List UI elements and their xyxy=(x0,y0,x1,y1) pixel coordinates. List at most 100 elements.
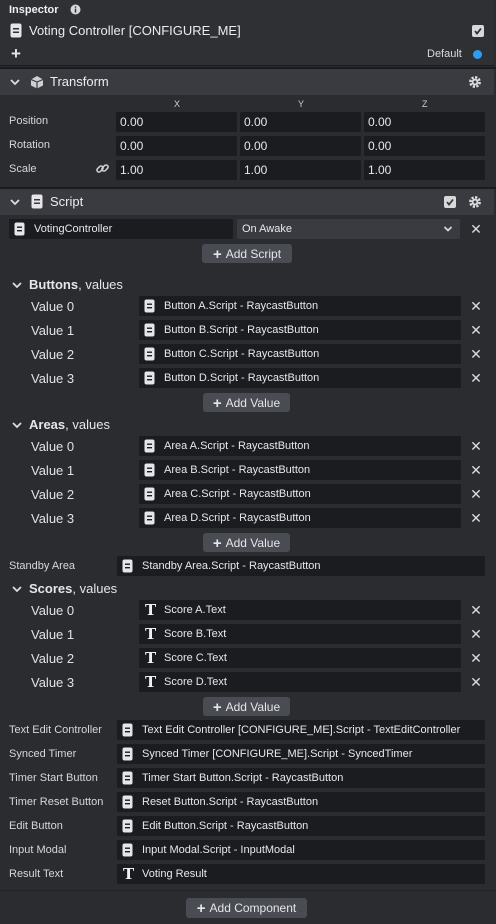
areas-value-2-field[interactable]: Area C.Script - RaycastButton xyxy=(139,484,461,504)
buttons-value-2-ref: Button C.Script - RaycastButton xyxy=(164,348,320,360)
position-y-field[interactable]: 0.00 xyxy=(240,112,361,132)
script-icon xyxy=(122,771,133,785)
result-text-field[interactable]: T Voting Result xyxy=(117,864,485,884)
remove-value-button[interactable]: ✕ xyxy=(469,347,483,361)
areas-group-suffix: , values xyxy=(65,417,110,432)
link-icon[interactable] xyxy=(95,161,110,176)
remove-value-button[interactable]: ✕ xyxy=(469,439,483,453)
add-component-button[interactable]: + Add Component xyxy=(186,898,307,918)
buttons-value-2-field[interactable]: Button C.Script - RaycastButton xyxy=(139,344,461,364)
event-dropdown[interactable]: On Awake xyxy=(237,219,460,239)
areas-value-1-label: Value 1 xyxy=(31,463,75,478)
info-icon[interactable] xyxy=(70,4,81,15)
script-icon xyxy=(14,222,25,236)
rotation-y-field[interactable]: 0.00 xyxy=(240,136,361,156)
script-icon xyxy=(144,323,155,337)
gear-icon[interactable] xyxy=(468,195,482,209)
input-modal-field[interactable]: Input Modal.Script - InputModal xyxy=(117,840,485,860)
buttons-value-3-field[interactable]: Button D.Script - RaycastButton xyxy=(139,368,461,388)
chevron-down-icon[interactable] xyxy=(11,279,23,291)
text-icon: T xyxy=(145,649,157,667)
timer-start-button-field[interactable]: Timer Start Button.Script - RaycastButto… xyxy=(117,768,485,788)
scores-value-1-field[interactable]: T Score B.Text xyxy=(139,624,461,644)
edit-button-field[interactable]: Edit Button.Script - RaycastButton xyxy=(117,816,485,836)
text-icon: T xyxy=(145,673,157,691)
standby-area-field[interactable]: Standby Area.Script - RaycastButton xyxy=(117,556,485,576)
script-icon xyxy=(122,559,133,573)
chevron-down-icon[interactable] xyxy=(9,196,21,208)
axis-y-label: Y xyxy=(298,99,305,109)
script-icon xyxy=(144,487,155,501)
input-modal-ref: Input Modal.Script - InputModal xyxy=(142,844,295,856)
areas-value-1-field[interactable]: Area B.Script - RaycastButton xyxy=(139,460,461,480)
scores-value-3-field[interactable]: T Score D.Text xyxy=(139,672,461,692)
inspector-title: Inspector xyxy=(9,4,59,16)
chevron-down-icon[interactable] xyxy=(9,76,21,88)
remove-value-button[interactable]: ✕ xyxy=(469,371,483,385)
rotation-z-field[interactable]: 0.00 xyxy=(364,136,485,156)
remove-value-button[interactable]: ✕ xyxy=(469,603,483,617)
areas-group-name: Areas xyxy=(29,417,66,432)
remove-value-button[interactable]: ✕ xyxy=(469,675,483,689)
remove-value-button[interactable]: ✕ xyxy=(469,487,483,501)
timer-start-button-ref: Timer Start Button.Script - RaycastButto… xyxy=(142,772,344,784)
add-value-label: Add Value xyxy=(225,396,281,410)
script-header[interactable]: Script xyxy=(0,189,494,215)
script-icon xyxy=(144,463,155,477)
add-value-button[interactable]: + Add Value xyxy=(203,393,290,412)
text-icon: T xyxy=(145,601,157,619)
scale-y-field[interactable]: 1.00 xyxy=(240,160,361,180)
axis-x-label: X xyxy=(174,99,181,109)
synced-timer-field[interactable]: Synced Timer [CONFIGURE_ME].Script - Syn… xyxy=(117,744,485,764)
gear-icon[interactable] xyxy=(468,75,482,89)
add-plus-icon[interactable]: + xyxy=(11,44,21,64)
synced-timer-label: Synced Timer xyxy=(9,748,77,760)
object-enabled-checkbox[interactable] xyxy=(472,25,484,37)
script-asset-name: VotingController xyxy=(34,223,113,235)
areas-value-3-field[interactable]: Area D.Script - RaycastButton xyxy=(139,508,461,528)
transform-header[interactable]: Transform xyxy=(0,69,494,95)
scale-x-field[interactable]: 1.00 xyxy=(116,160,237,180)
position-label: Position xyxy=(9,115,49,127)
scores-value-1-ref: Score B.Text xyxy=(164,628,227,640)
rotation-x-field[interactable]: 0.00 xyxy=(116,136,237,156)
buttons-value-0-field[interactable]: Button A.Script - RaycastButton xyxy=(139,296,461,316)
add-value-button[interactable]: + Add Value xyxy=(203,533,290,552)
script-asset-field[interactable]: VotingController xyxy=(9,219,233,239)
axis-z-label: Z xyxy=(422,99,428,109)
areas-value-0-ref: Area A.Script - RaycastButton xyxy=(164,440,310,452)
buttons-value-0-label: Value 0 xyxy=(31,299,75,314)
remove-value-button[interactable]: ✕ xyxy=(469,323,483,337)
result-text-label: Result Text xyxy=(9,868,64,880)
scores-value-2-field[interactable]: T Score C.Text xyxy=(139,648,461,668)
object-name[interactable]: Voting Controller [CONFIGURE_ME] xyxy=(29,23,241,38)
remove-value-button[interactable]: ✕ xyxy=(469,511,483,525)
position-x-field[interactable]: 0.00 xyxy=(116,112,237,132)
script-enabled-checkbox[interactable] xyxy=(444,196,456,208)
buttons-value-1-field[interactable]: Button B.Script - RaycastButton xyxy=(139,320,461,340)
scale-z-field[interactable]: 1.00 xyxy=(364,160,485,180)
add-script-button[interactable]: + Add Script xyxy=(202,244,292,263)
remove-value-button[interactable]: ✕ xyxy=(469,299,483,313)
areas-group-title: Areas, values xyxy=(29,417,110,432)
remove-script-button[interactable]: ✕ xyxy=(469,222,483,236)
remove-value-button[interactable]: ✕ xyxy=(469,651,483,665)
timer-reset-button-field[interactable]: Reset Button.Script - RaycastButton xyxy=(117,792,485,812)
add-value-button[interactable]: + Add Value xyxy=(203,697,290,716)
buttons-value-3-label: Value 3 xyxy=(31,371,75,386)
chevron-down-icon[interactable] xyxy=(11,583,23,595)
layer-label[interactable]: Default xyxy=(427,48,462,60)
scores-value-3-label: Value 3 xyxy=(31,675,75,690)
text-edit-controller-field[interactable]: Text Edit Controller [CONFIGURE_ME].Scri… xyxy=(117,720,485,740)
buttons-value-1-ref: Button B.Script - RaycastButton xyxy=(164,324,319,336)
position-z-field[interactable]: 0.00 xyxy=(364,112,485,132)
remove-value-button[interactable]: ✕ xyxy=(469,463,483,477)
areas-value-2-ref: Area C.Script - RaycastButton xyxy=(164,488,311,500)
chevron-down-icon[interactable] xyxy=(11,419,23,431)
scores-value-0-field[interactable]: T Score A.Text xyxy=(139,600,461,620)
areas-value-0-field[interactable]: Area A.Script - RaycastButton xyxy=(139,436,461,456)
script-icon xyxy=(10,23,22,38)
remove-value-button[interactable]: ✕ xyxy=(469,627,483,641)
text-icon: T xyxy=(145,625,157,643)
input-modal-label: Input Modal xyxy=(9,844,67,856)
